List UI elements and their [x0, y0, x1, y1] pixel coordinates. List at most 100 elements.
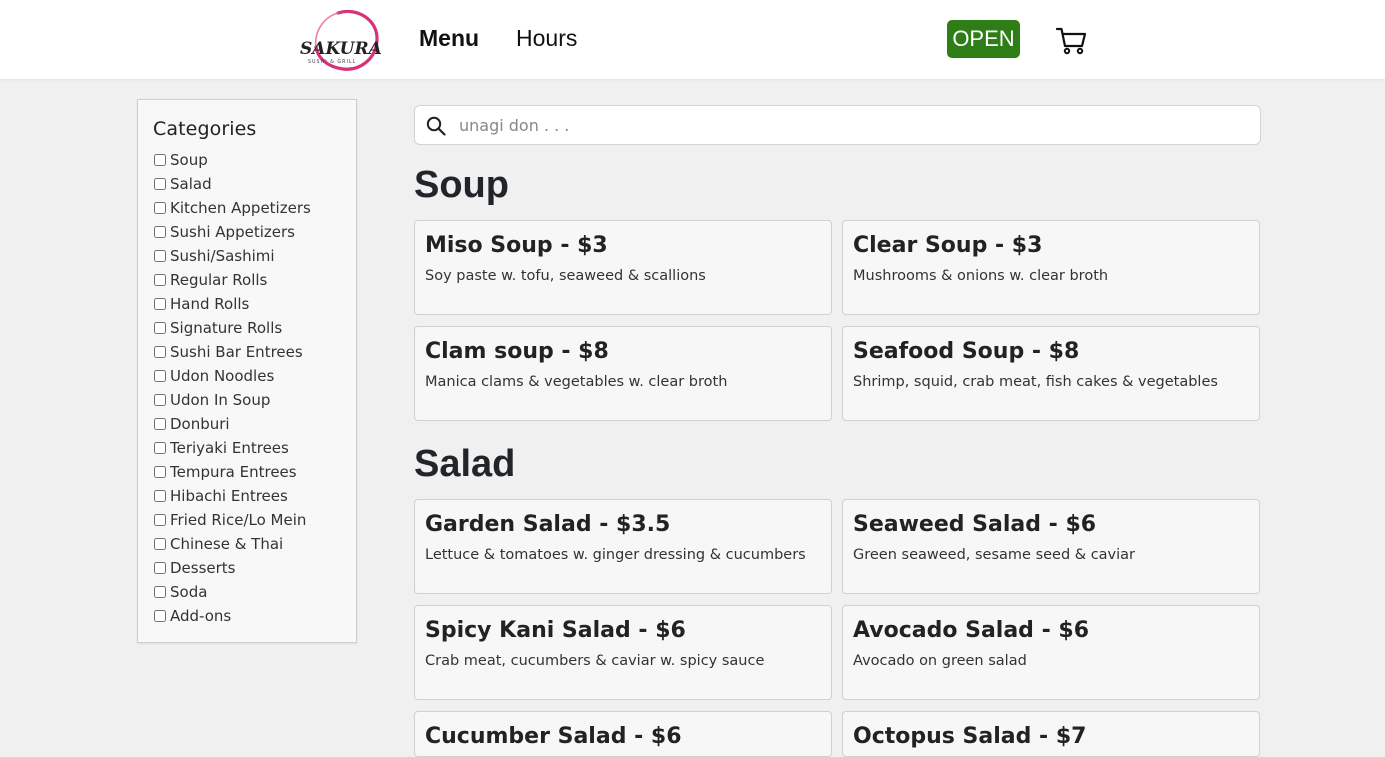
category-checkbox[interactable]: [154, 346, 166, 358]
category-checkbox[interactable]: [154, 394, 166, 406]
nav-menu-link[interactable]: Menu: [419, 25, 479, 52]
category-label: Fried Rice/Lo Mein: [170, 511, 307, 529]
categories-title: Categories: [153, 118, 257, 140]
menu-item-card[interactable]: Octopus Salad - $7: [842, 711, 1260, 757]
category-item[interactable]: Udon Noodles: [153, 364, 356, 388]
category-item[interactable]: Sushi Bar Entrees: [153, 340, 356, 364]
search-input[interactable]: [459, 106, 1249, 144]
category-label: Salad: [170, 175, 212, 193]
menu-item-card[interactable]: Avocado Salad - $6 Avocado on green sala…: [842, 605, 1260, 700]
open-status-badge: OPEN: [947, 20, 1020, 58]
category-item[interactable]: Add-ons: [153, 604, 356, 628]
category-label: Chinese & Thai: [170, 535, 284, 553]
menu-item-name: Garden Salad - $3.5: [425, 512, 671, 537]
category-label: Teriyaki Entrees: [170, 439, 289, 457]
logo-subtext: SUSHI & GRILL: [308, 59, 356, 65]
category-item[interactable]: Sushi/Sashimi: [153, 244, 356, 268]
category-checkbox[interactable]: [154, 298, 166, 310]
category-checkbox[interactable]: [154, 370, 166, 382]
category-label: Soup: [170, 151, 208, 169]
menu-item-name: Cucumber Salad - $6: [425, 724, 682, 749]
menu-item-card[interactable]: Garden Salad - $3.5 Lettuce & tomatoes w…: [414, 499, 832, 594]
menu-item-name: Clam soup - $8: [425, 339, 609, 364]
menu-item-card[interactable]: Miso Soup - $3 Soy paste w. tofu, seawee…: [414, 220, 832, 315]
category-checkbox[interactable]: [154, 250, 166, 262]
menu-item-desc: Crab meat, cucumbers & caviar w. spicy s…: [425, 653, 765, 669]
category-item[interactable]: Salad: [153, 172, 356, 196]
category-checkbox[interactable]: [154, 274, 166, 286]
category-item[interactable]: Hand Rolls: [153, 292, 356, 316]
category-item[interactable]: Udon In Soup: [153, 388, 356, 412]
category-label: Hand Rolls: [170, 295, 250, 313]
category-checkbox[interactable]: [154, 418, 166, 430]
menu-item-desc: Lettuce & tomatoes w. ginger dressing & …: [425, 547, 806, 563]
category-item[interactable]: Tempura Entrees: [153, 460, 356, 484]
category-item[interactable]: Soda: [153, 580, 356, 604]
category-label: Signature Rolls: [170, 319, 283, 337]
category-item[interactable]: Regular Rolls: [153, 268, 356, 292]
menu-item-card[interactable]: Cucumber Salad - $6: [414, 711, 832, 757]
category-checkbox[interactable]: [154, 586, 166, 598]
category-item[interactable]: Kitchen Appetizers: [153, 196, 356, 220]
category-item[interactable]: Soup: [153, 148, 356, 172]
category-checkbox[interactable]: [154, 514, 166, 526]
category-checkbox[interactable]: [154, 466, 166, 478]
category-checkbox[interactable]: [154, 538, 166, 550]
category-checkbox[interactable]: [154, 610, 166, 622]
category-checkbox[interactable]: [154, 202, 166, 214]
menu-item-name: Clear Soup - $3: [853, 233, 1043, 258]
menu-item-desc: Manica clams & vegetables w. clear broth: [425, 374, 728, 390]
category-label: Donburi: [170, 415, 230, 433]
menu-item-name: Miso Soup - $3: [425, 233, 608, 258]
category-item[interactable]: Fried Rice/Lo Mein: [153, 508, 356, 532]
category-item[interactable]: Signature Rolls: [153, 316, 356, 340]
search-icon: [426, 116, 446, 136]
menu-item-desc: Soy paste w. tofu, seaweed & scallions: [425, 268, 706, 284]
menu-item-name: Seafood Soup - $8: [853, 339, 1080, 364]
category-label: Udon Noodles: [170, 367, 275, 385]
category-label: Sushi Bar Entrees: [170, 343, 303, 361]
category-item[interactable]: Hibachi Entrees: [153, 484, 356, 508]
category-label: Sushi/Sashimi: [170, 247, 275, 265]
logo-text: SAKURA: [300, 39, 382, 59]
menu-item-card[interactable]: Seaweed Salad - $6 Green seaweed, sesame…: [842, 499, 1260, 594]
menu-item-desc: Shrimp, squid, crab meat, fish cakes & v…: [853, 374, 1218, 390]
category-item[interactable]: Teriyaki Entrees: [153, 436, 356, 460]
menu-item-card[interactable]: Seafood Soup - $8 Shrimp, squid, crab me…: [842, 326, 1260, 421]
category-checkbox[interactable]: [154, 178, 166, 190]
menu-item-name: Avocado Salad - $6: [853, 618, 1089, 643]
category-checkbox[interactable]: [154, 562, 166, 574]
category-label: Regular Rolls: [170, 271, 268, 289]
menu-item-name: Octopus Salad - $7: [853, 724, 1087, 749]
category-item[interactable]: Sushi Appetizers: [153, 220, 356, 244]
category-item[interactable]: Donburi: [153, 412, 356, 436]
cart-icon[interactable]: [1055, 24, 1087, 56]
menu-item-card[interactable]: Clear Soup - $3 Mushrooms & onions w. cl…: [842, 220, 1260, 315]
category-checkbox[interactable]: [154, 442, 166, 454]
nav-hours-link[interactable]: Hours: [516, 25, 577, 52]
category-checkbox[interactable]: [154, 226, 166, 238]
search-box: [414, 105, 1261, 145]
category-label: Soda: [170, 583, 208, 601]
category-list: Soup Salad Kitchen Appetizers Sushi Appetiz…: [153, 148, 356, 628]
category-item[interactable]: Chinese & Thai: [153, 532, 356, 556]
section-title-salad: Salad: [414, 443, 516, 485]
menu-item-desc: Green seaweed, sesame seed & caviar: [853, 547, 1136, 563]
menu-item-name: Seaweed Salad - $6: [853, 512, 1097, 537]
category-checkbox[interactable]: [154, 322, 166, 334]
category-label: Udon In Soup: [170, 391, 271, 409]
section-title-soup: Soup: [414, 164, 509, 206]
category-label: Desserts: [170, 559, 236, 577]
menu-item-name: Spicy Kani Salad - $6: [425, 618, 686, 643]
menu-item-desc: Avocado on green salad: [853, 653, 1027, 669]
category-checkbox[interactable]: [154, 154, 166, 166]
category-label: Tempura Entrees: [170, 463, 297, 481]
menu-item-card[interactable]: Clam soup - $8 Manica clams & vegetables…: [414, 326, 832, 421]
category-label: Sushi Appetizers: [170, 223, 295, 241]
menu-item-card[interactable]: Spicy Kani Salad - $6 Crab meat, cucumbe…: [414, 605, 832, 700]
category-item[interactable]: Desserts: [153, 556, 356, 580]
category-checkbox[interactable]: [154, 490, 166, 502]
top-navbar: SAKURA SUSHI & GRILL Menu Hours OPEN: [0, 0, 1385, 79]
sakura-logo[interactable]: SAKURA SUSHI & GRILL: [298, 7, 382, 73]
menu-item-desc: Mushrooms & onions w. clear broth: [853, 268, 1109, 284]
